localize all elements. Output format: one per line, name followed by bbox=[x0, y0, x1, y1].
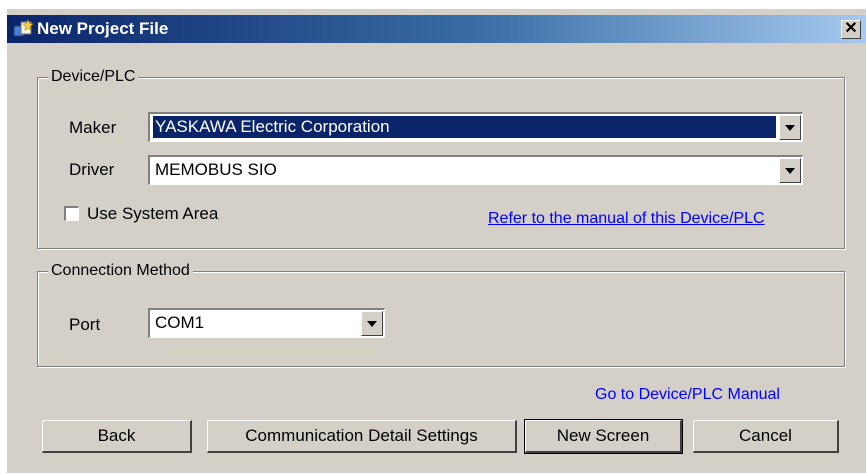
port-select[interactable]: COM1 bbox=[148, 308, 385, 338]
new-project-dialog: New Project File ✕ Device/PLC Maker YASK… bbox=[6, 8, 866, 473]
go-to-manual-link[interactable]: Go to Device/PLC Manual bbox=[595, 385, 780, 405]
port-value: COM1 bbox=[155, 313, 205, 332]
connection-method-legend: Connection Method bbox=[48, 261, 193, 281]
maker-select[interactable]: YASKAWA Electric Corporation bbox=[148, 112, 803, 142]
port-label: Port bbox=[69, 315, 101, 334]
device-plc-legend: Device/PLC bbox=[48, 67, 139, 87]
use-system-area-label[interactable]: Use System Area bbox=[87, 204, 218, 224]
close-icon: ✕ bbox=[844, 20, 858, 37]
new-screen-button[interactable]: New Screen bbox=[524, 419, 683, 454]
use-system-area-checkbox[interactable] bbox=[64, 206, 79, 221]
port-dropdown-arrow-icon[interactable] bbox=[361, 311, 383, 336]
window-title: New Project File bbox=[37, 19, 169, 38]
maker-dropdown-arrow-icon[interactable] bbox=[779, 115, 801, 140]
communication-detail-settings-button[interactable]: Communication Detail Settings bbox=[207, 420, 517, 453]
maker-label: Maker bbox=[69, 118, 117, 137]
close-button[interactable]: ✕ bbox=[841, 20, 861, 39]
device-manual-link[interactable]: Refer to the manual of this Device/PLC bbox=[488, 209, 765, 229]
maker-value: YASKAWA Electric Corporation bbox=[153, 116, 776, 138]
back-button[interactable]: Back bbox=[42, 420, 192, 453]
driver-value: MEMOBUS SIO bbox=[155, 160, 277, 179]
driver-label: Driver bbox=[69, 160, 115, 179]
cancel-button[interactable]: Cancel bbox=[693, 420, 839, 453]
title-bar[interactable]: New Project File ✕ bbox=[7, 15, 866, 43]
driver-dropdown-arrow-icon[interactable] bbox=[779, 158, 801, 183]
new-project-icon bbox=[13, 19, 34, 37]
driver-select[interactable]: MEMOBUS SIO bbox=[148, 155, 803, 185]
